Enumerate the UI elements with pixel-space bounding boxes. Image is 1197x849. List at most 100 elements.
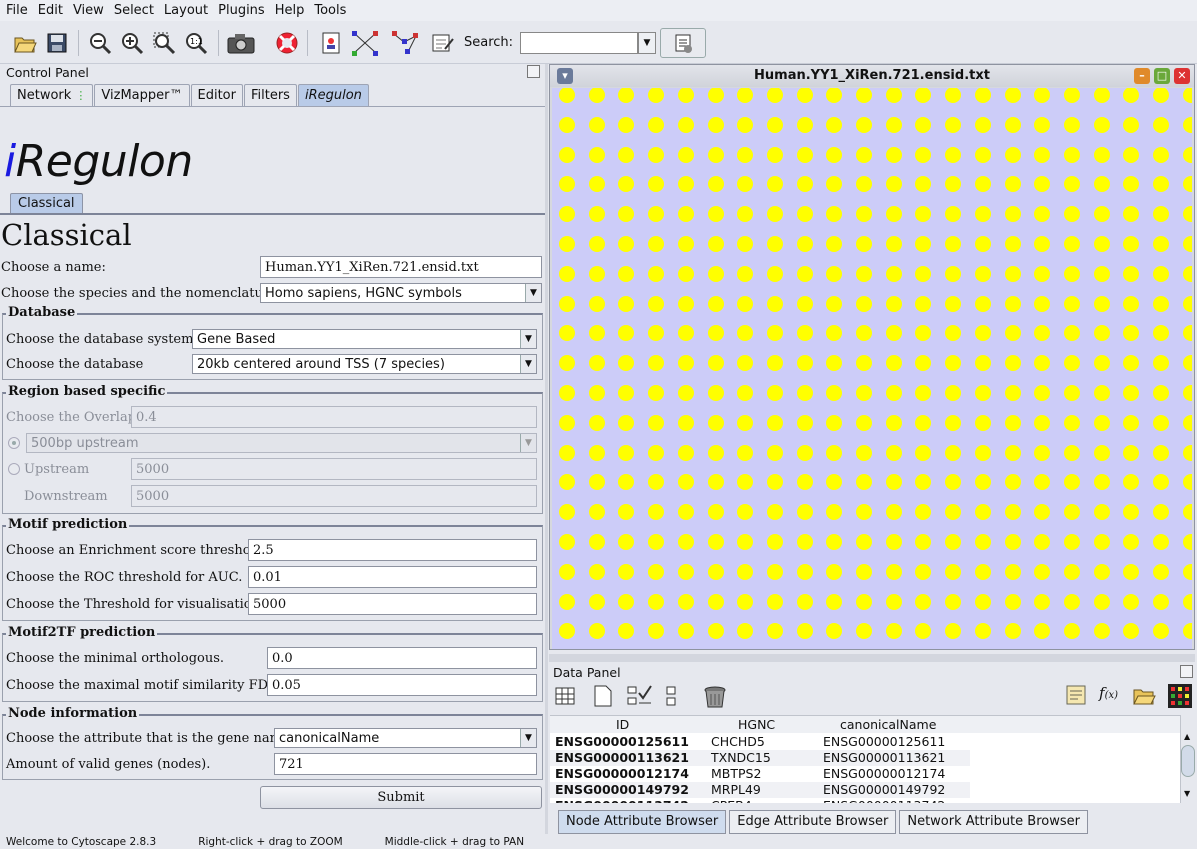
network-node[interactable] [826,534,843,550]
network-node[interactable] [648,414,665,431]
network-node[interactable] [648,88,665,103]
maximize-icon[interactable]: □ [1154,68,1170,84]
network-node[interactable] [945,236,962,252]
network-node[interactable] [588,88,605,103]
network-node[interactable] [588,355,605,372]
network-node[interactable] [588,414,605,431]
network-node[interactable] [1182,325,1192,342]
network-node[interactable] [559,474,575,491]
network-node[interactable] [1093,206,1110,223]
network-node[interactable] [1004,265,1021,282]
network-node[interactable] [766,325,783,342]
network-node[interactable] [1182,593,1192,610]
enrichment-field[interactable]: 2.5 [248,539,537,561]
close-icon[interactable]: ✕ [1174,68,1190,84]
network-node[interactable] [1004,206,1021,223]
open-folder-icon[interactable] [10,28,40,58]
menu-layout[interactable]: Layout [164,3,208,18]
network-node[interactable] [766,385,783,401]
gene-attribute-select[interactable]: canonicalName ▼ [274,728,537,748]
network-node[interactable] [1093,295,1110,312]
tab-network[interactable]: Network ⋮ [10,84,94,106]
network-node[interactable] [1093,593,1110,610]
network-node[interactable] [588,563,605,580]
table-row[interactable]: ENSG00000149792 MRPL49 ENSG00000149792 [550,782,970,798]
network-node[interactable] [856,236,872,252]
network-node[interactable] [677,534,694,550]
network-node[interactable] [1182,265,1192,282]
network-node[interactable] [1182,206,1192,223]
network-node[interactable] [885,146,902,163]
network-node[interactable] [826,355,843,372]
network-node[interactable] [1123,623,1140,640]
network-node[interactable] [737,176,754,193]
network-node[interactable] [1182,88,1192,103]
network-node[interactable] [737,355,754,372]
network-node[interactable] [677,295,694,312]
column-header-hgnc[interactable]: HGNC [738,717,775,732]
network-node[interactable] [677,355,694,372]
deselect-icon[interactable] [665,685,679,711]
network-node[interactable] [707,88,724,103]
network-node[interactable] [707,444,724,461]
network-node[interactable] [974,474,991,491]
network-node[interactable] [945,534,962,550]
network-node[interactable] [885,265,902,282]
network-node[interactable] [737,504,754,521]
menu-help[interactable]: Help [275,3,305,18]
network-node[interactable] [885,206,902,223]
network-node[interactable] [648,176,665,193]
network-node[interactable] [885,385,902,401]
custom-radio[interactable] [8,463,20,475]
network-node[interactable] [1093,474,1110,491]
network-node[interactable] [618,116,635,133]
network-node[interactable] [1034,414,1051,431]
network-node[interactable] [1063,265,1080,282]
network-node[interactable] [1182,444,1192,461]
network-node[interactable] [559,176,575,193]
network-node[interactable] [1004,88,1021,103]
network-node[interactable] [1093,623,1110,640]
network-node[interactable] [826,623,843,640]
network-node[interactable] [707,414,724,431]
network-node[interactable] [796,206,813,223]
network-node[interactable] [1153,593,1169,610]
network-node[interactable] [856,355,872,372]
network-node[interactable] [559,206,575,223]
network-node[interactable] [856,116,872,133]
network-node[interactable] [1153,206,1169,223]
network-node[interactable] [766,534,783,550]
network-node[interactable] [766,593,783,610]
network-node[interactable] [588,534,605,550]
select-attributes-icon[interactable] [555,686,575,710]
network-node[interactable] [1182,355,1192,372]
network-node[interactable] [974,504,991,521]
network-node[interactable] [826,206,843,223]
network-node[interactable] [677,504,694,521]
network-node[interactable] [915,116,932,133]
network-node[interactable] [559,563,575,580]
network-node[interactable] [856,146,872,163]
network-node[interactable] [1034,474,1051,491]
help-lifebuoy-icon[interactable] [272,28,302,58]
network-node[interactable] [648,325,665,342]
network-node[interactable] [1093,236,1110,252]
network-node[interactable] [856,623,872,640]
network-node[interactable] [1063,355,1080,372]
network-node[interactable] [677,623,694,640]
network-node[interactable] [826,325,843,342]
network-node[interactable] [1063,414,1080,431]
network-node[interactable] [1034,504,1051,521]
network-node[interactable] [618,206,635,223]
network-node[interactable] [648,623,665,640]
roc-field[interactable]: 0.01 [248,566,537,588]
preset-radio[interactable] [8,437,20,449]
network-node[interactable] [1182,385,1192,401]
network-node[interactable] [618,563,635,580]
network-node[interactable] [856,206,872,223]
network-node[interactable] [559,534,575,550]
network-node[interactable] [856,265,872,282]
network-node[interactable] [1182,146,1192,163]
network-node[interactable] [588,385,605,401]
network-node[interactable] [1004,414,1021,431]
